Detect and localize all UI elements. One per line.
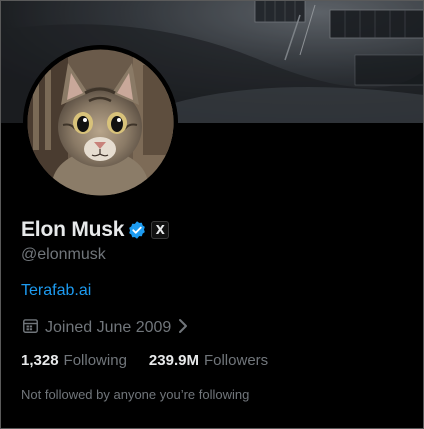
website-link[interactable]: Terafab.ai xyxy=(21,282,91,300)
followers-label: Followers xyxy=(203,352,269,369)
joined-date-row[interactable]: Joined June 2009 xyxy=(21,316,190,340)
following-link[interactable]: 1,328 Following xyxy=(21,352,127,369)
affiliate-badge-icon[interactable]: X xyxy=(151,221,170,239)
follow-stats: 1,328 Following 239.9M Followers xyxy=(21,352,268,369)
followed-by-text: Not followed by anyone you’re following xyxy=(21,387,250,402)
profile-avatar[interactable] xyxy=(23,45,178,200)
following-label: Following xyxy=(63,352,127,369)
display-name: Elon Musk xyxy=(21,218,125,241)
following-count: 1,328 xyxy=(21,352,59,369)
followers-link[interactable]: 239.9M Followers xyxy=(149,352,268,369)
verified-badge-icon[interactable] xyxy=(127,220,147,240)
joined-date: Joined June 2009 xyxy=(45,319,172,336)
name-row: Elon Musk X xyxy=(21,216,170,244)
chevron-right-icon[interactable] xyxy=(171,317,190,340)
profile-handle: @elonmusk xyxy=(21,246,106,263)
followers-count: 239.9M xyxy=(148,352,199,369)
calendar-icon xyxy=(21,316,45,340)
